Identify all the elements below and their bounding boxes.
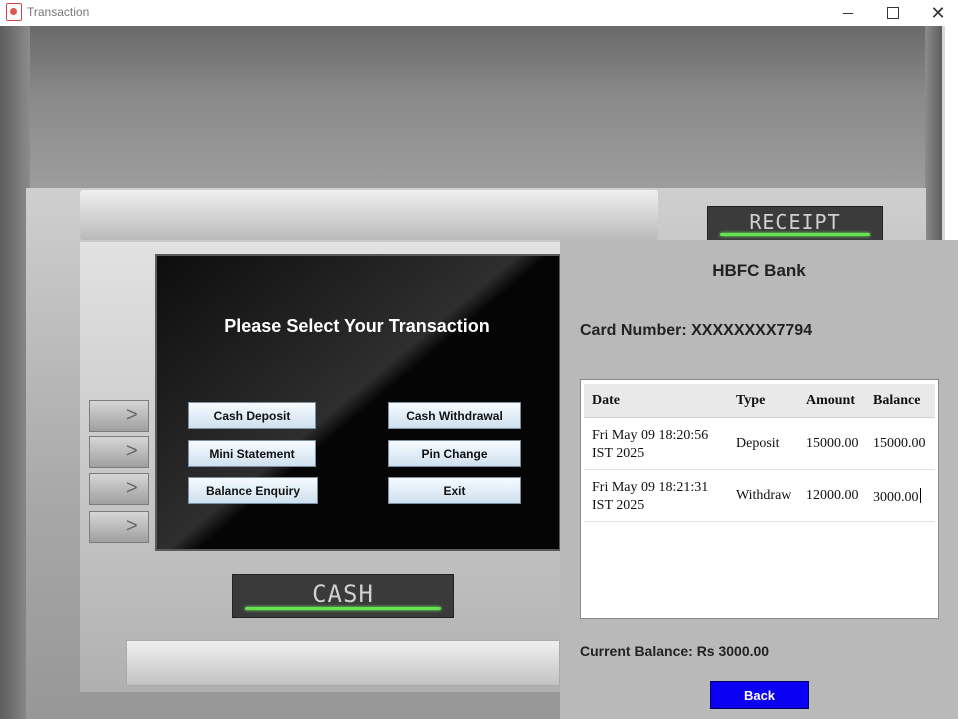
atm-screen: Please Select Your Transaction Cash Depo… xyxy=(155,254,561,551)
table-header: Date Type Amount Balance xyxy=(584,384,935,418)
cash-dispenser: CASH xyxy=(232,574,454,618)
title-bar: Transaction ✕ xyxy=(0,0,964,26)
table-row[interactable]: Fri May 09 18:21:31 IST 2025 Withdraw 12… xyxy=(584,470,935,522)
close-button[interactable]: ✕ xyxy=(915,0,961,26)
receipt-slot: RECEIPT xyxy=(707,206,883,242)
cell-balance: 15000.00 xyxy=(873,436,926,451)
card-number: Card Number: XXXXXXXX7794 xyxy=(580,322,813,339)
side-key-4[interactable]: > xyxy=(89,511,149,543)
cash-withdrawal-button[interactable]: Cash Withdrawal xyxy=(388,402,521,429)
header-balance: Balance xyxy=(873,393,921,408)
chevron-right-icon: > xyxy=(126,477,138,499)
cell-date: Fri May 09 18:21:31 IST 2025 xyxy=(592,479,732,515)
chevron-right-icon: > xyxy=(126,515,138,537)
text-caret xyxy=(919,488,921,503)
chevron-right-icon: > xyxy=(126,404,138,426)
deposit-slot xyxy=(126,640,560,686)
date-line: IST 2025 xyxy=(592,446,645,461)
date-line: Fri May 09 18:20:56 xyxy=(592,428,709,443)
side-key-2[interactable]: > xyxy=(89,436,149,468)
mini-statement-panel: HBFC Bank Card Number: XXXXXXXX7794 Date… xyxy=(560,240,958,719)
window-title: Transaction xyxy=(27,5,90,19)
current-balance: Current Balance: Rs 3000.00 xyxy=(580,643,770,659)
cash-led xyxy=(245,607,441,610)
pin-change-button[interactable]: Pin Change xyxy=(388,440,521,467)
date-line: Fri May 09 18:21:31 xyxy=(592,480,709,495)
maximize-button[interactable] xyxy=(870,0,916,26)
cash-deposit-button[interactable]: Cash Deposit xyxy=(188,402,316,429)
java-cup-icon xyxy=(6,3,22,21)
header-type: Type xyxy=(736,393,766,408)
cell-type: Deposit xyxy=(736,436,780,451)
chevron-right-icon: > xyxy=(126,440,138,462)
cell-date: Fri May 09 18:20:56 IST 2025 xyxy=(592,427,732,463)
header-date: Date xyxy=(592,393,620,408)
bank-name: HBFC Bank xyxy=(712,261,806,280)
atm-top-hood xyxy=(0,26,942,191)
receipt-label: RECEIPT xyxy=(749,210,841,234)
screen-title: Please Select Your Transaction xyxy=(224,316,490,336)
table-row[interactable]: Fri May 09 18:20:56 IST 2025 Deposit 150… xyxy=(584,418,935,470)
cell-balance-value: 3000.00 xyxy=(873,490,919,505)
receipt-led xyxy=(720,233,870,236)
header-amount: Amount xyxy=(806,393,856,408)
cash-label: CASH xyxy=(312,580,374,608)
back-button[interactable]: Back xyxy=(710,681,809,709)
cell-amount: 15000.00 xyxy=(806,436,859,451)
exit-button[interactable]: Exit xyxy=(388,477,521,504)
side-key-3[interactable]: > xyxy=(89,473,149,505)
cell-type: Withdraw xyxy=(736,488,792,503)
card-slot xyxy=(80,190,658,240)
minimize-button[interactable] xyxy=(825,0,871,26)
mini-statement-button[interactable]: Mini Statement xyxy=(188,440,316,467)
cell-amount: 12000.00 xyxy=(806,488,859,503)
close-icon: ✕ xyxy=(930,3,946,23)
balance-enquiry-button[interactable]: Balance Enquiry xyxy=(188,477,318,504)
maximize-icon xyxy=(887,7,899,19)
side-key-1[interactable]: > xyxy=(89,400,149,432)
transactions-table[interactable]: Date Type Amount Balance Fri May 09 18:2… xyxy=(580,379,939,619)
minimize-icon xyxy=(843,12,853,14)
date-line: IST 2025 xyxy=(592,498,645,513)
cell-balance-editing[interactable]: 3000.00 xyxy=(873,488,921,506)
